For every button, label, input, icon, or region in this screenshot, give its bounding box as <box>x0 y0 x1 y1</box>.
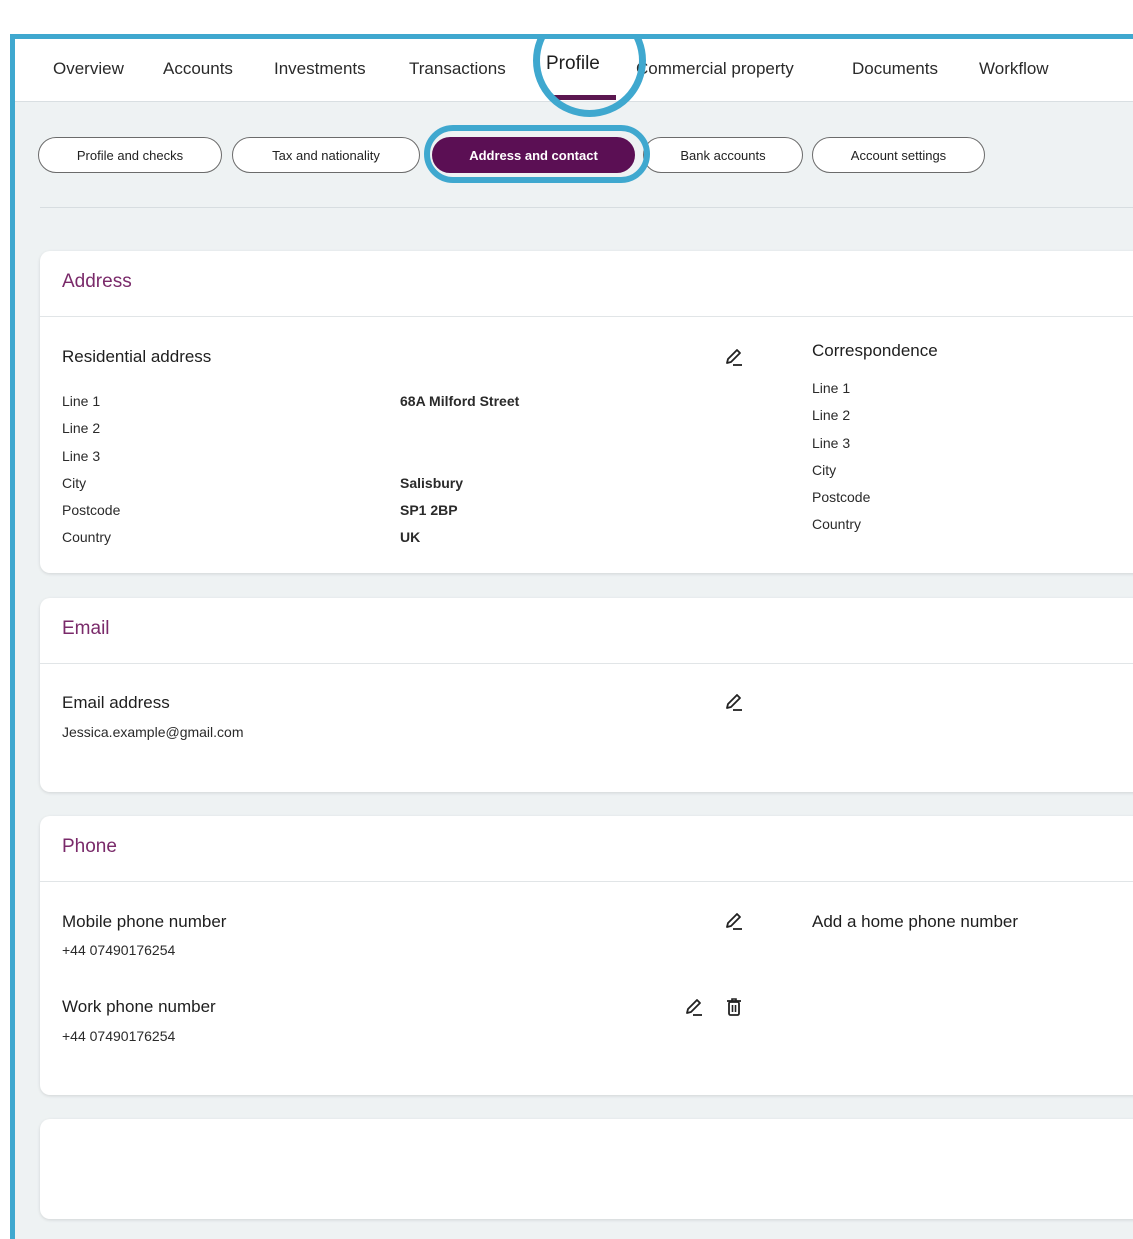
phone-title: Phone <box>62 836 117 857</box>
address-title: Address <box>62 271 132 292</box>
nav-workflow[interactable]: Workflow <box>979 59 1049 79</box>
residential-line1-label: Line 1 <box>62 393 101 409</box>
email-address-heading: Email address <box>62 693 170 712</box>
next-card-partial <box>40 1119 1133 1219</box>
nav-accounts[interactable]: Accounts <box>163 59 233 79</box>
card-divider <box>40 316 1133 317</box>
trash-icon[interactable] <box>723 996 745 1018</box>
add-home-phone-link[interactable]: Add a home phone number <box>812 912 1018 932</box>
section-separator <box>40 207 1133 208</box>
correspondence-city-label: City <box>812 462 837 478</box>
pencil-icon[interactable] <box>723 910 745 932</box>
email-title: Email <box>62 618 110 639</box>
card-divider <box>40 881 1133 882</box>
correspondence-postcode-label: Postcode <box>812 489 871 505</box>
residential-postcode-value: SP1 2BP <box>400 502 458 518</box>
correspondence-country-label: Country <box>812 516 862 532</box>
residential-city-value: Salisbury <box>400 475 464 491</box>
app-frame: Overview Accounts Investments Transactio… <box>10 34 1133 1239</box>
pill-profile-and-checks[interactable]: Profile and checks <box>38 137 222 173</box>
residential-country-label: Country <box>62 529 112 545</box>
work-phone-value: +44 07490176254 <box>62 1028 176 1044</box>
pencil-icon[interactable] <box>683 996 705 1018</box>
nav-profile[interactable]: Profile <box>546 53 600 75</box>
nav-investments[interactable]: Investments <box>274 59 366 79</box>
residential-postcode-label: Postcode <box>62 502 121 518</box>
pill-tax-and-nationality[interactable]: Tax and nationality <box>232 137 420 173</box>
residential-address-heading: Residential address <box>62 347 212 366</box>
work-phone-heading: Work phone number <box>62 997 216 1016</box>
address-card: Address Residential address Line 1 Line … <box>40 251 1133 573</box>
pill-account-settings[interactable]: Account settings <box>812 137 985 173</box>
email-card: Email Email address Jessica.example@gmai… <box>40 598 1133 792</box>
correspondence-line1-label: Line 1 <box>812 380 851 396</box>
email-address-value: Jessica.example@gmail.com <box>62 724 244 740</box>
mobile-phone-heading: Mobile phone number <box>62 912 227 931</box>
residential-country-value: UK <box>400 529 421 545</box>
pencil-icon[interactable] <box>723 346 745 368</box>
nav-overview[interactable]: Overview <box>53 59 124 79</box>
residential-line3-label: Line 3 <box>62 448 101 464</box>
residential-city-label: City <box>62 475 87 491</box>
correspondence-line2-label: Line 2 <box>812 407 851 423</box>
nav-transactions[interactable]: Transactions <box>409 59 506 79</box>
top-navigation: Overview Accounts Investments Transactio… <box>15 39 1133 117</box>
correspondence-line3-label: Line 3 <box>812 435 851 451</box>
nav-documents[interactable]: Documents <box>852 59 938 79</box>
phone-card: Phone Mobile phone number +44 0749017625… <box>40 816 1133 1095</box>
pill-address-and-contact[interactable]: Address and contact <box>432 137 635 173</box>
correspondence-heading: Correspondence <box>812 341 938 360</box>
pencil-icon[interactable] <box>723 691 745 713</box>
residential-line2-label: Line 2 <box>62 420 101 436</box>
mobile-phone-value: +44 07490176254 <box>62 942 176 958</box>
card-divider <box>40 663 1133 664</box>
nav-commercial-property[interactable]: Commercial property <box>636 59 794 79</box>
residential-line1-value: 68A Milford Street <box>400 393 520 409</box>
sub-navigation: Profile and checks Tax and nationality A… <box>15 101 1133 201</box>
active-tab-underline <box>552 95 616 100</box>
pill-bank-accounts[interactable]: Bank accounts <box>643 137 803 173</box>
